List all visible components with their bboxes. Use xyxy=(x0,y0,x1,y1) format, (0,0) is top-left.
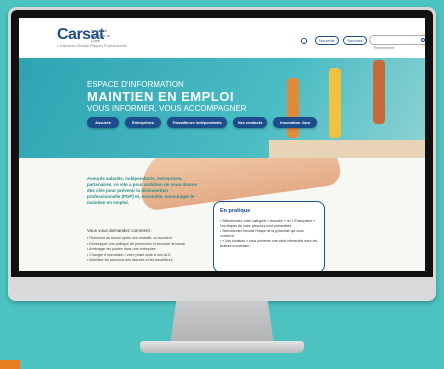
monitor-chin xyxy=(8,277,436,301)
stair-steps xyxy=(269,140,425,158)
accessibility-icon[interactable] xyxy=(301,38,307,44)
demand-list: • Retourner au travail après une maladie… xyxy=(87,236,227,264)
header-button-2[interactable]: Services xyxy=(343,36,367,45)
nav-contacts[interactable]: Vos contacts xyxy=(233,117,267,128)
category-nav: Assurés Entreprises Travailleurs indépen… xyxy=(19,117,425,131)
demand-heading: Vous vous demandez comment : xyxy=(87,228,153,233)
search-bar xyxy=(369,35,425,52)
corner-tab xyxy=(0,360,20,369)
nav-entreprises[interactable]: Entreprises xyxy=(125,117,161,128)
practice-box: En pratique • Sélectionnez votre catégor… xyxy=(213,201,325,271)
logo-tagline: L'Assurance Maladie Risques Professionne… xyxy=(57,44,127,48)
logo-region: Bretagne Pays de la Loire xyxy=(91,28,110,43)
list-item: • Mobiliser les parcours des assurés et … xyxy=(87,258,173,262)
intro-text: Assurés salariés, indépendants, entrepri… xyxy=(87,176,198,205)
hero-title-line2: MAINTIEN EN EMPLOI xyxy=(87,89,234,104)
nav-assures[interactable]: Assurés xyxy=(87,117,119,128)
hero-banner: ESPACE D'INFORMATION MAINTIEN EN EMPLOI … xyxy=(19,58,425,158)
nav-innovation[interactable]: Innovation Jura xyxy=(273,117,317,128)
website-screen: Carsat Bretagne Pays de la Loire L'Assur… xyxy=(19,18,425,271)
content-area: Assurés salariés, indépendants, entrepri… xyxy=(19,158,425,271)
practice-line: • Sélectionnez ensuite l'étape de la pyr… xyxy=(220,229,304,238)
search-input[interactable] xyxy=(370,43,418,52)
monitor: Carsat Bretagne Pays de la Loire L'Assur… xyxy=(8,7,436,301)
practice-title: En pratique xyxy=(220,208,251,214)
hero-title-line1: ESPACE D'INFORMATION xyxy=(87,80,184,89)
walking-person-figure xyxy=(373,60,385,124)
practice-line[interactable]: • « Vos contacts » vous présente une car… xyxy=(220,239,318,249)
hero-illustration xyxy=(269,58,425,158)
hero-title-line3: VOUS INFORMER, VOUS ACCOMPAGNER xyxy=(87,104,247,113)
site-header: Carsat Bretagne Pays de la Loire L'Assur… xyxy=(19,18,425,58)
header-button-1[interactable]: Nouvelle xyxy=(315,36,339,45)
monitor-stand-foot xyxy=(140,341,304,353)
monitor-bezel: Carsat Bretagne Pays de la Loire L'Assur… xyxy=(11,10,433,298)
nav-travailleurs[interactable]: Travailleurs indépendants xyxy=(167,117,227,128)
search-icon[interactable] xyxy=(421,38,425,42)
monitor-stand-neck xyxy=(170,301,274,345)
